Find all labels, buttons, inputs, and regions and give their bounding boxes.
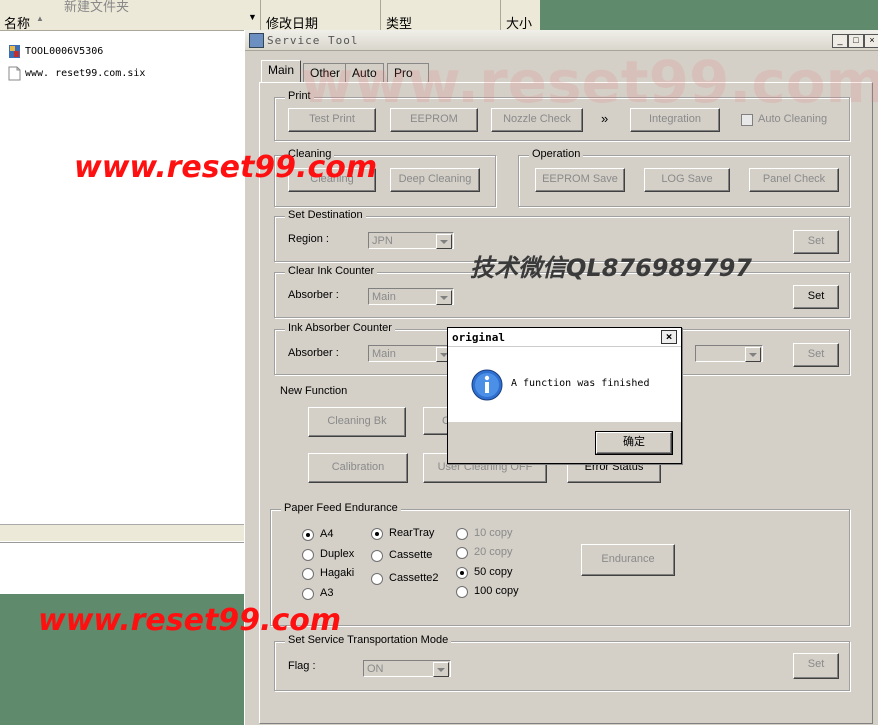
region-select[interactable]: JPN [368, 232, 454, 249]
column-divider [380, 0, 381, 30]
tray-cassette-label: Cassette [389, 549, 433, 561]
region-value: JPN [372, 235, 393, 247]
dialog-message: A function was finished [511, 378, 650, 389]
flag-label: Flag : [288, 660, 316, 672]
ink-absorber-caption: Ink Absorber Counter [285, 322, 395, 334]
radio-a3[interactable] [302, 588, 314, 600]
radio-reartray[interactable] [371, 528, 383, 540]
radio-cassette2[interactable] [371, 573, 383, 585]
flag-value: ON [367, 663, 384, 675]
absorber-label: Absorber : [288, 289, 339, 301]
close-icon[interactable]: × [864, 34, 878, 48]
column-divider [260, 0, 261, 30]
explorer-column-header: 名称 ▲ 新建文件夹 [0, 0, 246, 31]
operation-group: Operation EEPROM Save LOG Save Panel Che… [518, 148, 850, 207]
size-hagaki-label: Hagaki [320, 567, 355, 579]
cleaning-bk-button[interactable]: Cleaning Bk [308, 407, 406, 437]
chevron-down-icon[interactable] [436, 234, 452, 249]
details-pane [0, 542, 246, 595]
transportation-mode-group: Set Service Transportation Mode Flag : O… [274, 634, 850, 691]
radio-20-copy[interactable] [456, 547, 468, 559]
copy-100-label: 100 copy [474, 585, 519, 597]
absorber-label: Absorber : [288, 347, 339, 359]
radio-duplex[interactable] [302, 549, 314, 561]
chevron-down-icon[interactable] [745, 347, 761, 362]
info-icon [471, 369, 503, 404]
column-divider [500, 0, 501, 30]
radio-a4[interactable] [302, 529, 314, 541]
clear-ink-caption: Clear Ink Counter [285, 265, 378, 277]
radio-10-copy[interactable] [456, 528, 468, 540]
chevron-down-icon[interactable] [436, 290, 452, 305]
radio-hagaki[interactable] [302, 568, 314, 580]
tab-main[interactable]: Main [261, 60, 302, 83]
dialog-title: original [452, 331, 505, 344]
maximize-icon[interactable]: □ [848, 34, 864, 48]
file-name: TOOL0006V5306 [25, 45, 104, 57]
tray-cassette2-label: Cassette2 [389, 572, 439, 584]
radio-cassette[interactable] [371, 550, 383, 562]
watermark-top-left: www.reset99.com [74, 150, 378, 185]
destination-caption: Set Destination [285, 209, 366, 221]
close-icon[interactable]: × [661, 330, 677, 344]
size-a3-label: A3 [320, 587, 334, 599]
clear-ink-set-button[interactable]: Set [793, 285, 839, 309]
log-save-button[interactable]: LOG Save [644, 168, 730, 192]
absorber-select[interactable]: Main [368, 288, 454, 305]
copy-20-label: 20 copy [474, 546, 513, 558]
eeprom-save-button[interactable]: EEPROM Save [535, 168, 625, 192]
watermark-wechat: 技术微信QL876989797 [470, 254, 752, 282]
copy-10-label: 10 copy [474, 527, 513, 539]
file-name: www. reset99.com.six [25, 67, 146, 79]
app-icon [249, 33, 264, 48]
exe-icon [8, 44, 21, 59]
watermark-bottom-left: www.reset99.com [38, 603, 342, 638]
ok-button[interactable]: 确定 [595, 431, 673, 455]
region-label: Region : [288, 233, 329, 245]
column-name[interactable]: 名称 [4, 13, 30, 32]
window-title: Service Tool [267, 34, 359, 47]
destination-set-button[interactable]: Set [793, 230, 839, 254]
minimize-icon[interactable]: _ [832, 34, 848, 48]
transport-set-button[interactable]: Set [793, 653, 839, 679]
paper-feed-caption: Paper Feed Endurance [281, 502, 401, 514]
paper-feed-endurance-group: Paper Feed Endurance A4 Duplex Hagaki A3… [270, 502, 850, 626]
new-function-caption: New Function [280, 385, 348, 397]
dialog-body: A function was finished [448, 347, 681, 422]
dialog-titlebar[interactable]: original × [448, 328, 681, 347]
counter-select[interactable] [695, 345, 763, 362]
size-duplex-label: Duplex [320, 548, 355, 560]
chevron-down-icon[interactable] [433, 662, 449, 677]
tray-reartray-label: RearTray [389, 527, 435, 539]
file-item[interactable]: www. reset99.com.six [8, 64, 145, 82]
document-icon [8, 66, 21, 81]
radio-100-copy[interactable] [456, 586, 468, 598]
radio-50-copy[interactable] [456, 567, 468, 579]
explorer-header-right: ▼ 修改日期 类型 大小 [246, 0, 540, 31]
deep-cleaning-button[interactable]: Deep Cleaning [390, 168, 480, 192]
flag-select[interactable]: ON [363, 660, 451, 677]
operation-caption: Operation [529, 148, 584, 160]
absorber-value: Main [372, 348, 396, 360]
ink-absorber-set-button[interactable]: Set [793, 343, 839, 367]
absorber-select[interactable]: Main [368, 345, 454, 362]
message-dialog: original × A function was finished 确定 [447, 327, 682, 464]
copy-50-label: 50 copy [474, 566, 513, 578]
chevron-down-icon[interactable]: ▼ [248, 12, 257, 22]
sort-ascending-icon: ▲ [36, 14, 44, 23]
endurance-button[interactable]: Endurance [581, 544, 675, 576]
column-partial: 新建文件夹 [64, 0, 130, 14]
horizontal-scrollbar[interactable] [0, 524, 246, 541]
panel-check-button[interactable]: Panel Check [749, 168, 839, 192]
background-watermark: www.reset99.com [300, 48, 878, 116]
size-a4-label: A4 [320, 528, 334, 540]
calibration-button[interactable]: Calibration [308, 453, 408, 483]
absorber-value: Main [372, 291, 396, 303]
file-item[interactable]: TOOL0006V5306 [8, 42, 103, 60]
